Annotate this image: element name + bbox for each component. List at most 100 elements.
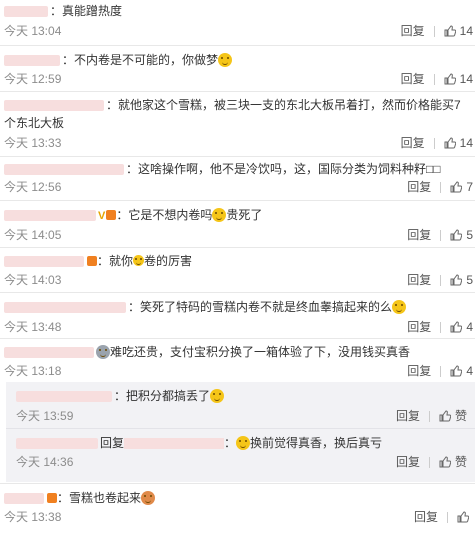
reply-item: ：把积分都搞丢了 今天 13:59 回复 赞 xyxy=(6,382,475,429)
thumbs-up-icon xyxy=(457,511,469,523)
thumbs-up-icon xyxy=(450,181,463,193)
username[interactable] xyxy=(4,55,60,67)
reply-actions: 回复 赞 xyxy=(396,409,467,423)
divider xyxy=(440,365,442,377)
reply-button[interactable]: 回复 xyxy=(407,364,431,378)
comment-body: ：真能蹭热度 xyxy=(4,3,471,19)
thumbs-up-icon xyxy=(439,456,451,468)
reply-button[interactable]: 回复 xyxy=(401,72,425,86)
like-button[interactable]: 14 xyxy=(444,136,473,150)
reply-button[interactable]: 回复 xyxy=(407,228,431,242)
reply-body: ：把积分都搞丢了 xyxy=(16,388,471,404)
divider xyxy=(440,321,442,333)
comment-item: ：这啥操作啊，他不是冷饮吗，这，国际分类为饲料种籽□□ 今天 12:56 回复 … xyxy=(0,157,475,201)
divider xyxy=(433,137,435,149)
comment-actions: 回复 14 xyxy=(401,72,473,86)
like-button[interactable]: 7 xyxy=(450,180,473,194)
like-label: 赞 xyxy=(454,409,467,423)
username[interactable] xyxy=(4,256,84,268)
comment-time: 今天 13:38 xyxy=(4,510,62,524)
comment-time: 今天 13:33 xyxy=(4,136,62,150)
thumbs-up-icon xyxy=(444,137,456,149)
laugh-emoji-icon xyxy=(392,300,407,314)
member-badge-icon xyxy=(106,210,117,220)
divider xyxy=(433,73,435,85)
like-button[interactable]: 4 xyxy=(450,364,473,378)
divider xyxy=(433,25,435,37)
reply-button[interactable]: 回复 xyxy=(401,136,425,150)
like-button[interactable]: 5 xyxy=(450,273,473,287)
like-button[interactable]: 14 xyxy=(444,72,473,86)
comment-text: 笑死了特码的雪糕内卷不就是终血睾搞起来的么 xyxy=(140,300,393,314)
like-button[interactable]: 14 xyxy=(444,24,473,38)
reply-button[interactable]: 回复 xyxy=(396,455,420,469)
reply-actions: 回复 赞 xyxy=(396,455,467,469)
like-count: 5 xyxy=(466,228,473,242)
comment-actions: 回复 5 xyxy=(407,273,473,287)
reply-prefix: 回复 xyxy=(100,436,125,450)
sweat-emoji-icon xyxy=(141,491,156,505)
comment-body: 难吃还贵，支付宝积分换了一箱体验了下，没用钱买真香 xyxy=(4,344,471,360)
member-badge-icon xyxy=(47,493,57,503)
comment-time: 今天 12:59 xyxy=(4,72,62,86)
like-count: 4 xyxy=(466,320,473,334)
username[interactable] xyxy=(4,210,96,222)
comment-time: 今天 13:48 xyxy=(4,320,62,334)
mention-user[interactable] xyxy=(124,438,225,450)
laugh-emoji-icon xyxy=(236,436,251,450)
cat-emoji-icon xyxy=(212,208,227,222)
comment-text-tail: 贵死了 xyxy=(226,208,263,222)
reply-button[interactable]: 回复 xyxy=(401,24,425,38)
like-count: 4 xyxy=(466,364,473,378)
comment-actions: 回复 5 xyxy=(407,228,473,242)
like-button[interactable]: 赞 xyxy=(439,455,467,469)
like-count: 14 xyxy=(459,24,473,38)
cat-emoji-icon xyxy=(210,389,225,403)
comment-text: 难吃还贵，支付宝积分换了一箱体验了下，没用钱买真香 xyxy=(110,345,411,359)
smile-emoji-icon xyxy=(218,53,233,67)
reply-button[interactable]: 回复 xyxy=(414,510,438,524)
like-button[interactable]: 4 xyxy=(450,320,473,334)
reply-username[interactable] xyxy=(16,391,112,403)
username[interactable] xyxy=(4,100,104,112)
like-button[interactable]: 赞 xyxy=(439,409,467,423)
reply-button[interactable]: 回复 xyxy=(407,320,431,334)
comment-body: ：笑死了特码的雪糕内卷不就是终血睾搞起来的么 xyxy=(4,299,471,315)
comment-item: ：不内卷是不可能的，你做梦 今天 12:59 回复 14 xyxy=(0,46,475,92)
username[interactable] xyxy=(4,347,94,359)
eye-emoji-icon xyxy=(96,345,110,359)
thumbs-up-icon xyxy=(450,321,463,333)
username[interactable] xyxy=(4,493,44,505)
sheep-emoji-icon xyxy=(133,255,145,266)
like-button[interactable] xyxy=(457,511,473,523)
comment-text: 它是不想内卷吗 xyxy=(128,208,213,222)
like-button[interactable]: 5 xyxy=(450,228,473,242)
comment-actions: 回复 14 xyxy=(401,24,473,38)
username[interactable] xyxy=(4,164,124,176)
like-label: 赞 xyxy=(454,455,467,469)
thumbs-up-icon xyxy=(450,274,463,286)
reply-button[interactable]: 回复 xyxy=(407,180,431,194)
username[interactable] xyxy=(4,6,48,18)
like-count: 14 xyxy=(459,136,473,150)
comment-text: 这啥操作啊，他不是冷饮吗，这，国际分类为饲料种籽□□ xyxy=(138,162,441,176)
comment-text: 不内卷是不可能的，你做梦 xyxy=(74,53,219,67)
thumbs-up-icon xyxy=(450,229,463,241)
comment-body: ：雪糕也卷起来 xyxy=(4,490,471,506)
thumbs-up-icon xyxy=(444,73,456,85)
comment-item: 难吃还贵，支付宝积分换了一箱体验了下，没用钱买真香 今天 13:18 回复 4 … xyxy=(0,339,475,484)
reply-thread: ：把积分都搞丢了 今天 13:59 回复 赞 回复：换前觉得真香，换后真亏 今天… xyxy=(6,382,475,482)
comment-text-tail: 卷的厉害 xyxy=(144,254,193,268)
thumbs-up-icon xyxy=(439,410,451,422)
reply-username[interactable] xyxy=(16,438,98,450)
comment-item: V ：它是不想内卷吗 贵死了 今天 14:05 回复 5 xyxy=(0,201,475,248)
reply-item: 回复：换前觉得真香，换后真亏 今天 14:36 回复 赞 xyxy=(6,429,475,481)
comment-body: ：就他家这个雪糕，被三块一支的东北大板吊着打，然而价格能买7个东北大板 xyxy=(4,98,461,130)
divider xyxy=(440,229,442,241)
reply-button[interactable]: 回复 xyxy=(396,409,420,423)
divider xyxy=(440,274,442,286)
divider xyxy=(447,511,448,523)
reply-button[interactable]: 回复 xyxy=(407,273,431,287)
comment-body: ：这啥操作啊，他不是冷饮吗，这，国际分类为饲料种籽□□ xyxy=(4,161,471,177)
username[interactable] xyxy=(4,302,126,314)
